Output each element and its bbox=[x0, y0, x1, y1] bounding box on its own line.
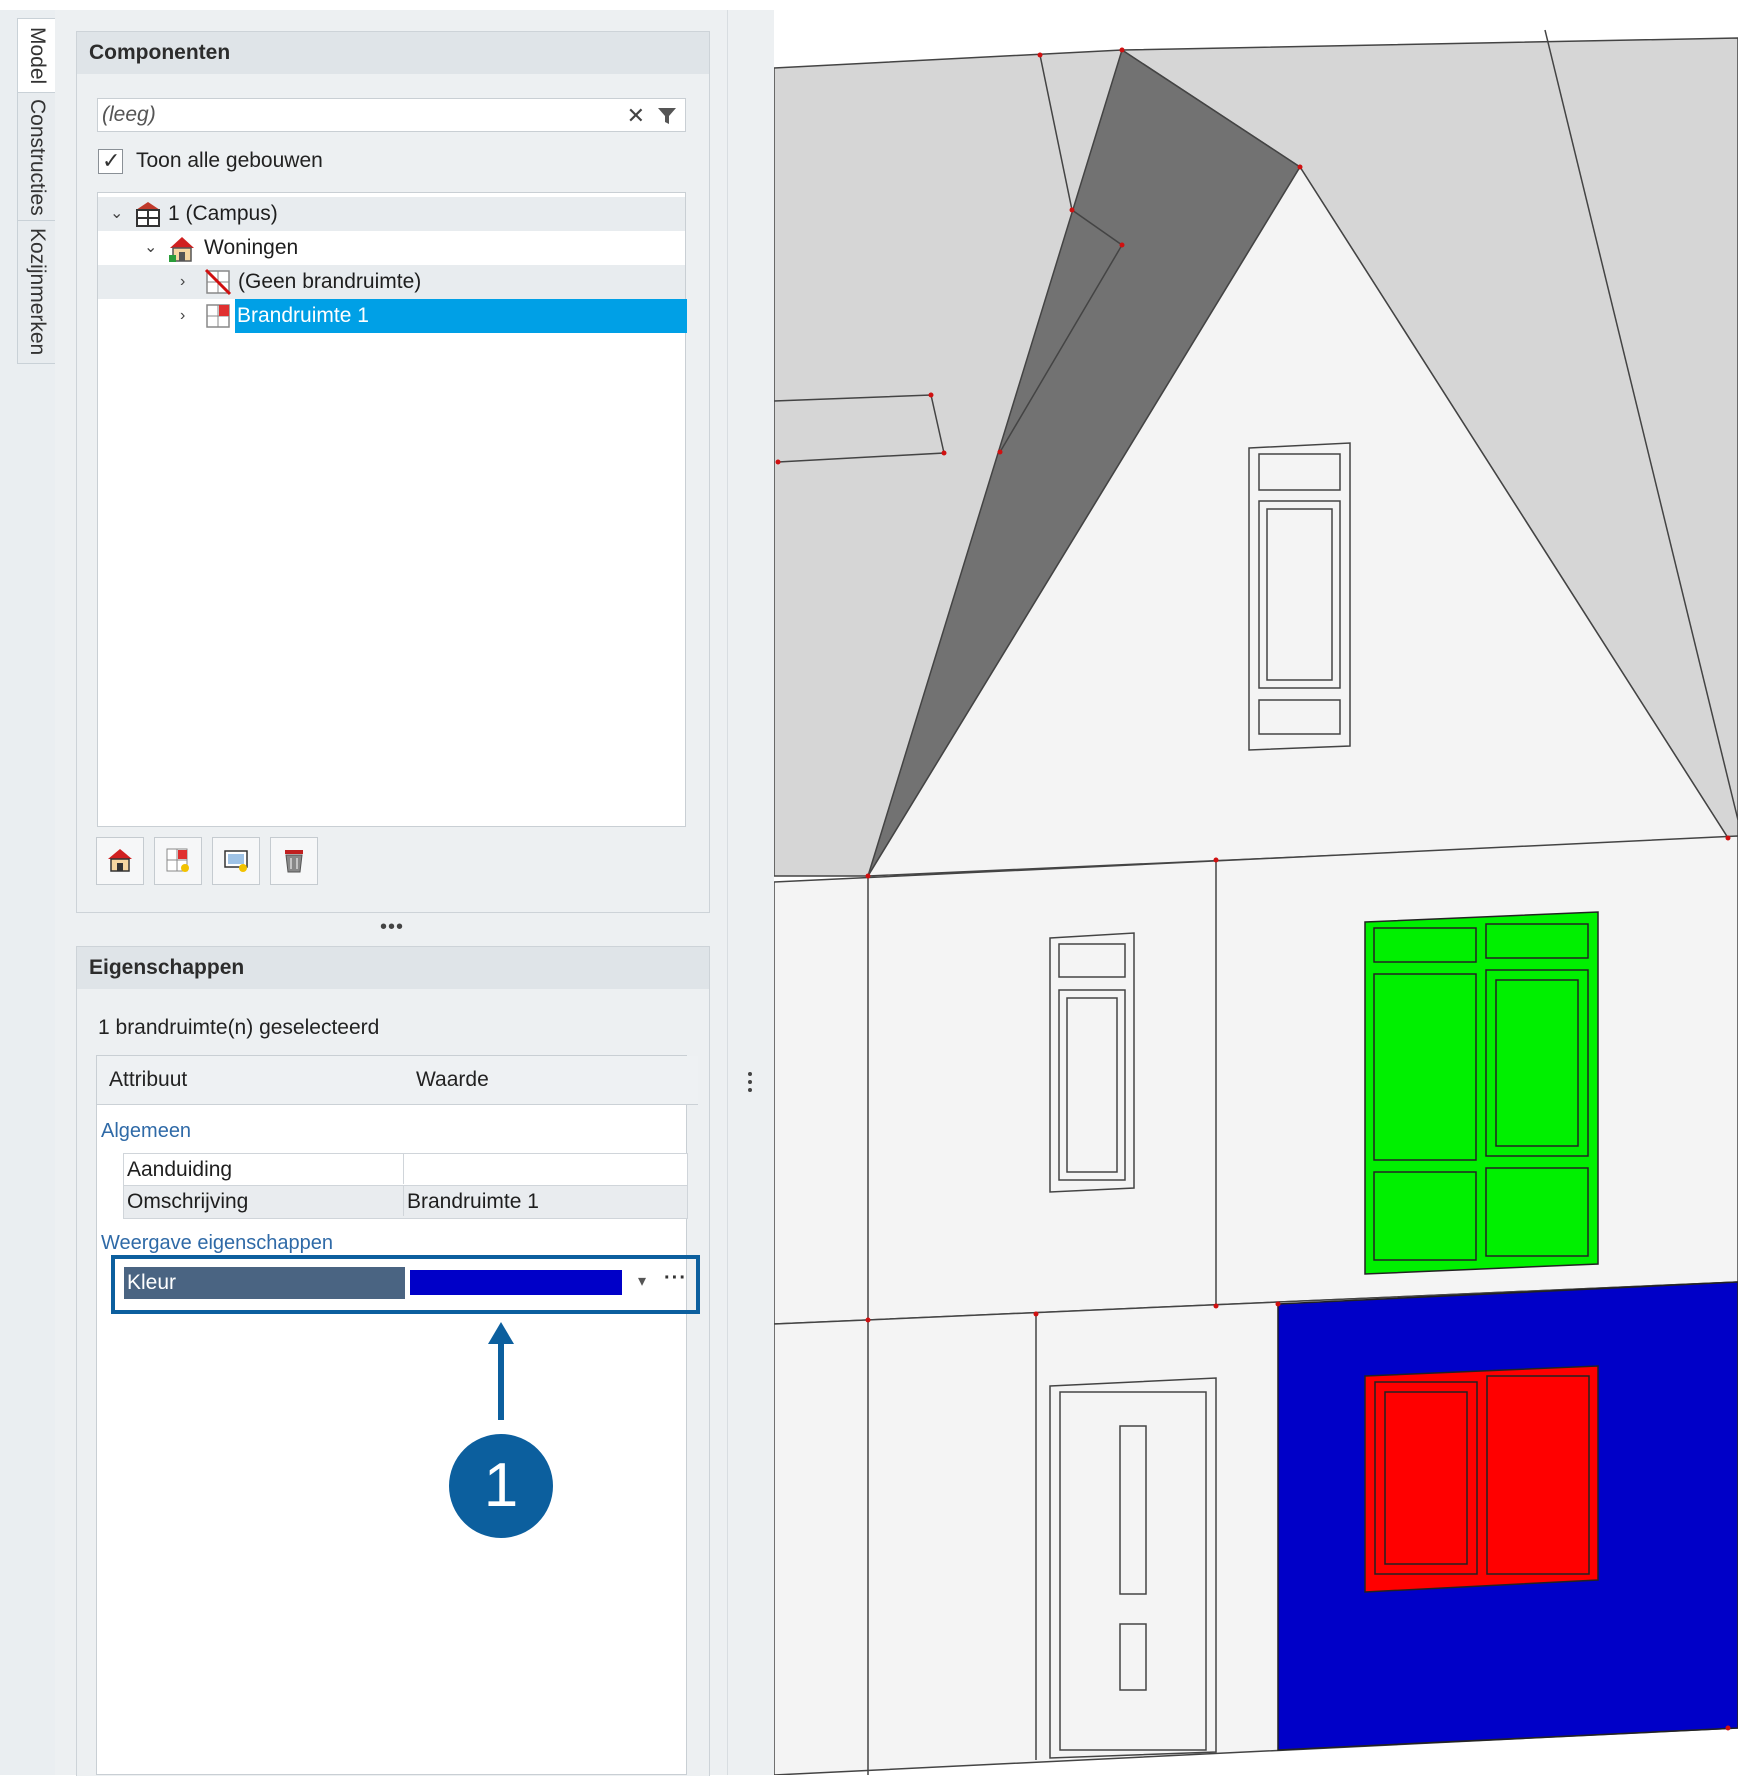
add-view-button[interactable] bbox=[212, 837, 260, 885]
search-input[interactable] bbox=[98, 99, 604, 131]
chevron-down-icon[interactable]: ⌄ bbox=[110, 197, 123, 231]
selection-count: 1 brandruimte(n) geselecteerd bbox=[98, 1016, 380, 1039]
column-header-attribute[interactable]: Attribuut bbox=[97, 1056, 416, 1105]
callout-badge: 1 bbox=[449, 1434, 553, 1538]
tree-item-woningen[interactable]: ⌄ Woningen bbox=[98, 231, 685, 265]
add-building-button[interactable] bbox=[96, 837, 144, 885]
show-all-label[interactable]: Toon alle gebouwen bbox=[136, 149, 323, 173]
tab-model[interactable]: Model bbox=[17, 18, 56, 94]
tree-item-brandruimte-1[interactable]: › Brandruimte 1 bbox=[98, 299, 687, 333]
green-window bbox=[1364, 911, 1599, 1275]
properties-title: Eigenschappen bbox=[77, 947, 709, 989]
search-field[interactable]: ✕ bbox=[97, 98, 686, 132]
delete-icon bbox=[285, 850, 303, 873]
group-algemeen[interactable]: Algemeen bbox=[101, 1120, 191, 1143]
add-building-icon bbox=[108, 849, 132, 872]
tab-model-label: Model bbox=[26, 27, 49, 85]
checkmark-icon: ✓ bbox=[102, 148, 121, 173]
house-icon bbox=[169, 237, 194, 262]
filter-icon[interactable] bbox=[657, 106, 677, 126]
tab-constructies-label: Constructies bbox=[26, 98, 49, 216]
tree-item-label: (Geen brandruimte) bbox=[238, 270, 422, 293]
no-fire-compartment-icon bbox=[204, 268, 232, 296]
side-tab-strip: Model Constructies Kozijnmerken bbox=[0, 10, 56, 1775]
property-key: Aanduiding bbox=[124, 1154, 404, 1184]
chevron-right-icon[interactable]: › bbox=[180, 265, 185, 299]
tree-item-label: Woningen bbox=[204, 236, 299, 259]
tree-item-label: 1 (Campus) bbox=[168, 202, 278, 225]
callout-arrow-shaft bbox=[498, 1338, 504, 1420]
tab-constructies[interactable]: Constructies bbox=[17, 92, 56, 222]
3d-viewport[interactable] bbox=[774, 0, 1738, 1775]
add-view-icon bbox=[224, 850, 248, 872]
components-title: Componenten bbox=[77, 32, 709, 74]
tab-kozijnmerken[interactable]: Kozijnmerken bbox=[17, 220, 56, 364]
add-fire-compartment-button[interactable] bbox=[154, 837, 202, 885]
splitter-grip-icon[interactable] bbox=[748, 1072, 754, 1096]
property-value[interactable] bbox=[404, 1154, 407, 1184]
property-value[interactable]: Brandruimte 1 bbox=[404, 1186, 539, 1216]
fire-compartment-icon bbox=[206, 304, 230, 328]
chevron-right-icon[interactable]: › bbox=[180, 299, 185, 333]
component-tree: ⌄ 1 (Campus) ⌄ Woningen › (Geen brandrui… bbox=[97, 192, 687, 827]
show-all-checkbox[interactable]: ✓ bbox=[98, 148, 123, 174]
red-window bbox=[1364, 1365, 1599, 1593]
property-row[interactable]: Aanduiding bbox=[123, 1153, 688, 1187]
callout-highlight-box bbox=[111, 1255, 700, 1314]
property-row[interactable]: Omschrijving Brandruimte 1 bbox=[123, 1185, 688, 1219]
group-weergave-eigenschappen[interactable]: Weergave eigenschappen bbox=[101, 1232, 333, 1255]
tree-item-geen-brandruimte[interactable]: › (Geen brandruimte) bbox=[98, 265, 685, 299]
tree-item-campus[interactable]: ⌄ 1 (Campus) bbox=[98, 197, 685, 231]
panel-resize-handle[interactable]: ••• bbox=[380, 916, 404, 939]
clear-icon[interactable]: ✕ bbox=[627, 103, 645, 129]
campus-icon bbox=[136, 202, 160, 227]
property-grid: Attribuut Waarde Algemeen Aanduiding Oms… bbox=[96, 1055, 698, 1775]
tree-item-label: Brandruimte 1 bbox=[235, 299, 687, 333]
column-header-value[interactable]: Waarde bbox=[404, 1056, 698, 1105]
add-fire-compartment-icon bbox=[166, 848, 189, 872]
tab-kozijnmerken-label: Kozijnmerken bbox=[26, 228, 49, 356]
property-key: Omschrijving bbox=[124, 1186, 404, 1216]
panel-splitter[interactable] bbox=[728, 10, 774, 1775]
delete-button[interactable] bbox=[270, 837, 318, 885]
chevron-down-icon[interactable]: ⌄ bbox=[144, 231, 157, 265]
